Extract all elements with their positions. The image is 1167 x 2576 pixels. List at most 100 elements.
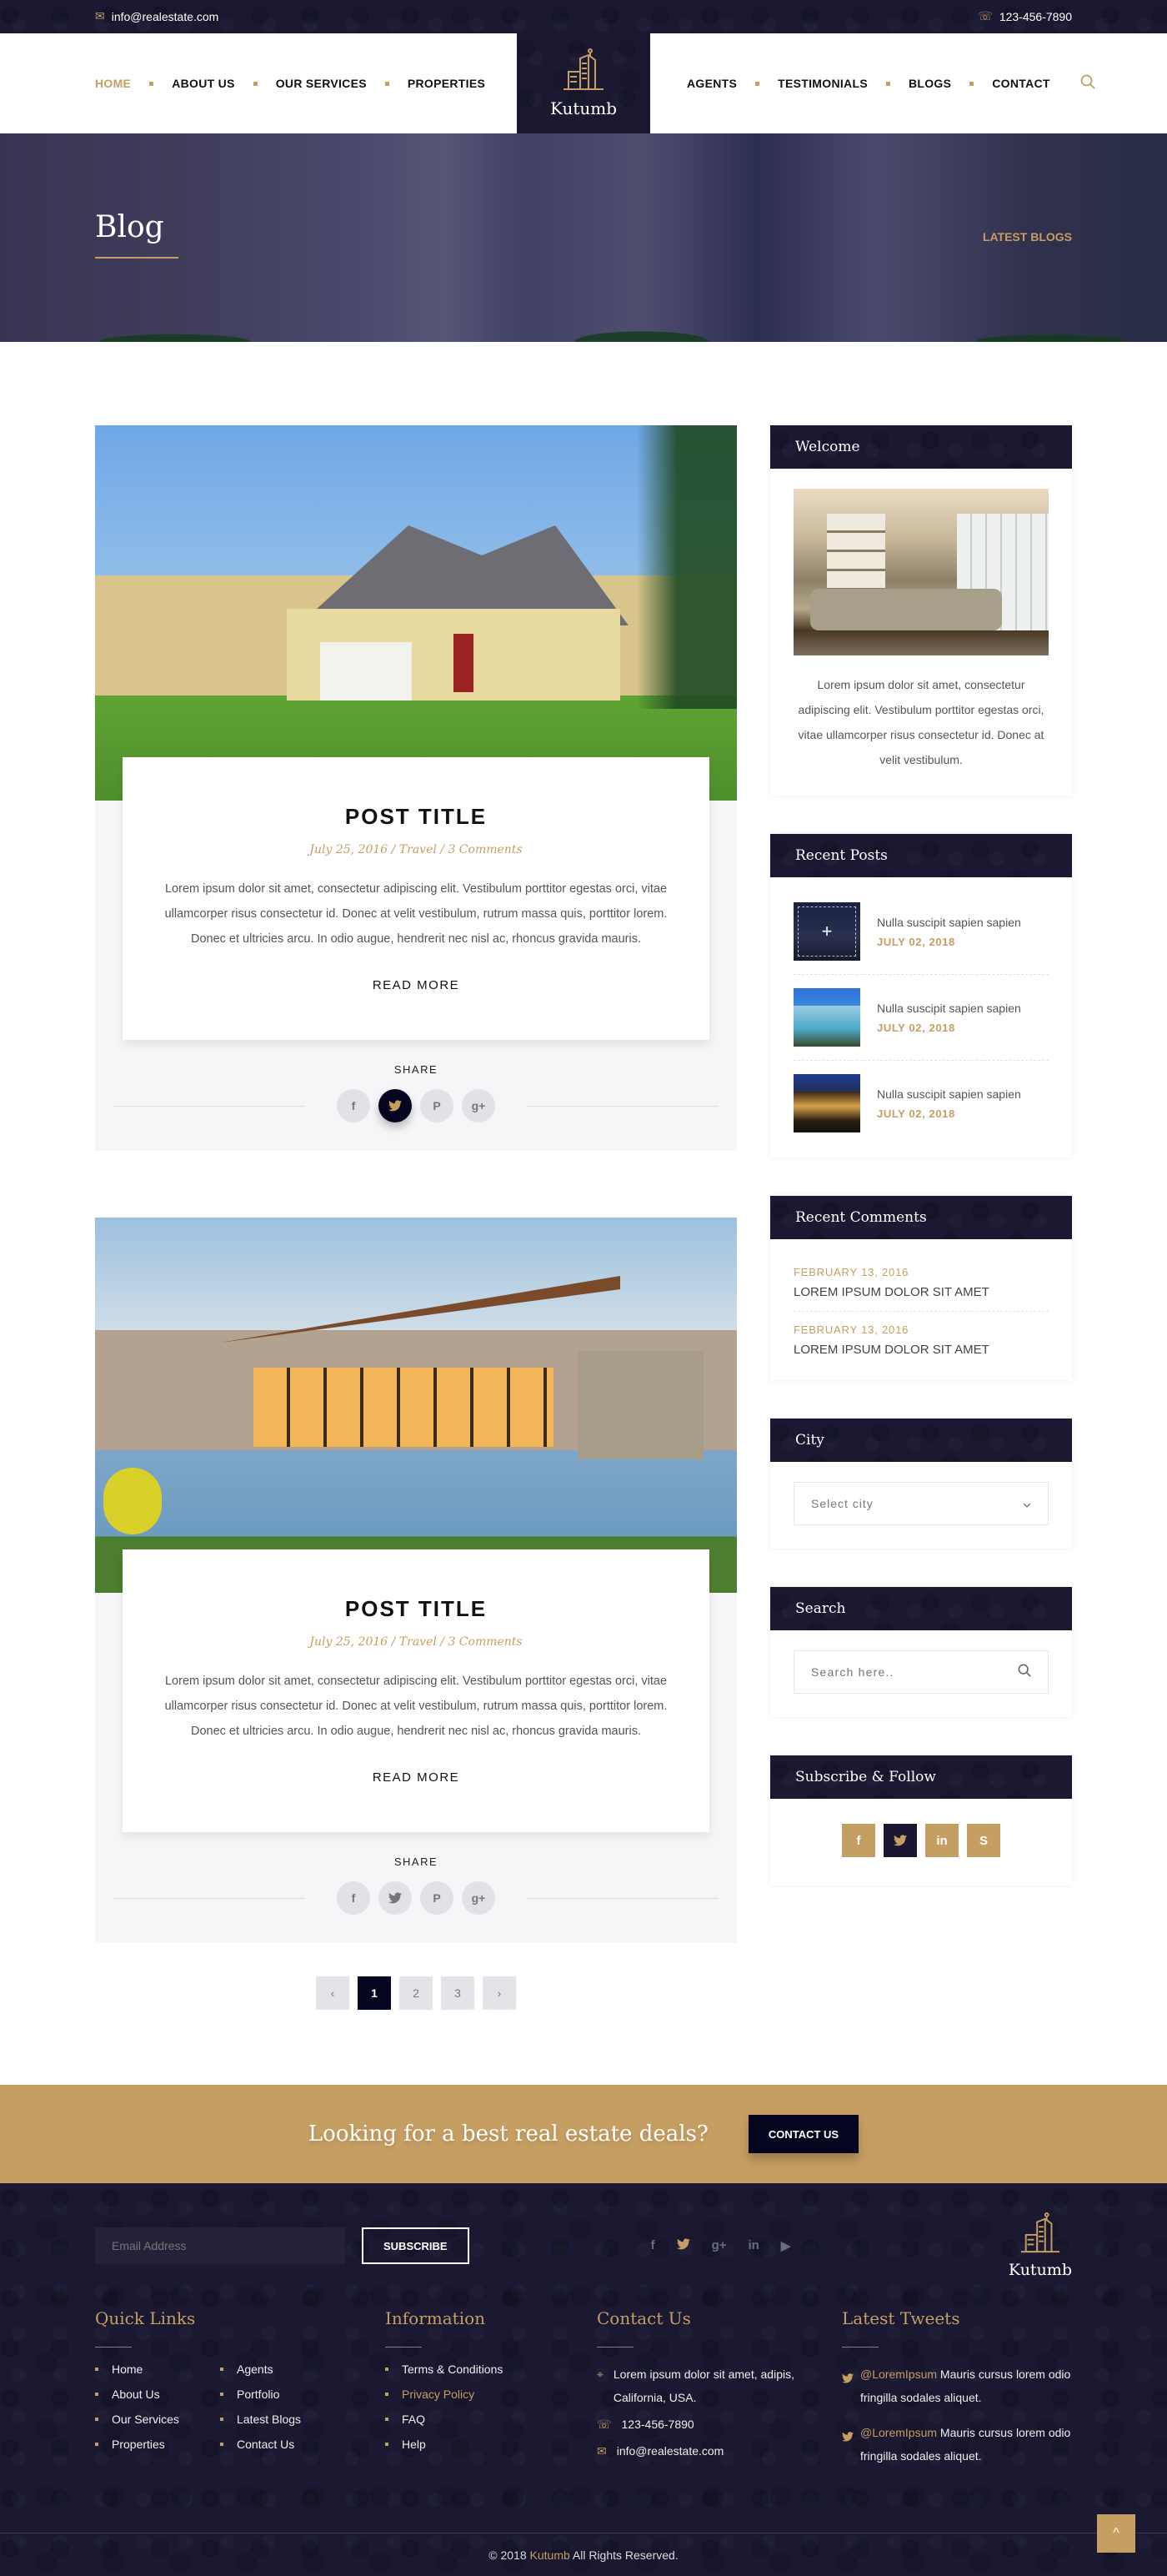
recent-post-item[interactable]: Nulla suscipit sapien sapien JULY 02, 20… (794, 889, 1049, 975)
page-button-1[interactable]: 1 (358, 1976, 391, 2010)
share-pinterest-icon[interactable]: P (420, 1881, 453, 1915)
city-select[interactable]: Select city (794, 1482, 1049, 1525)
comment-text[interactable]: LOREM IPSUM DOLOR SIT AMET (794, 1343, 1049, 1357)
sidebar: Welcome Lorem ipsum dolor sit amet, cons… (770, 425, 1072, 2085)
footer-link-contact-us[interactable]: Contact Us (220, 2438, 301, 2451)
post-card: POST TITLE July 25, 2016 / Travel / 3 Co… (123, 1549, 709, 1832)
read-more-link[interactable]: READ MORE (373, 1770, 459, 1785)
share-twitter-icon[interactable] (378, 1089, 412, 1122)
search-icon[interactable] (1018, 1664, 1031, 1681)
divider (527, 1897, 719, 1899)
contact-email[interactable]: ✉ info@realestate.com (597, 2439, 842, 2463)
site-logo[interactable]: Kutumb (517, 33, 650, 133)
nav-separator (755, 81, 760, 86)
comment-text[interactable]: LOREM IPSUM DOLOR SIT AMET (794, 1285, 1049, 1299)
footer-link-home[interactable]: Home (95, 2363, 220, 2376)
share-facebook-icon[interactable]: f (337, 1089, 370, 1122)
footer-link-faq[interactable]: FAQ (385, 2413, 597, 2426)
google-plus-icon[interactable]: g+ (712, 2238, 727, 2253)
post-card: POST TITLE July 25, 2016 / Travel / 3 Co… (123, 757, 709, 1040)
footer-logo[interactable]: Kutumb (1009, 2212, 1072, 2279)
footer-link-privacy-policy[interactable]: Privacy Policy (385, 2388, 597, 2401)
twitter-icon[interactable] (676, 2238, 690, 2253)
footer-heading: Information (385, 2308, 486, 2328)
footer-link-properties[interactable]: Properties (95, 2438, 220, 2451)
back-to-top-button[interactable]: ^ (1097, 2514, 1135, 2553)
recent-post-thumbnail[interactable] (794, 1074, 860, 1132)
youtube-icon[interactable]: ▶ (781, 2238, 791, 2253)
contact-us-button[interactable]: CONTACT US (748, 2115, 859, 2153)
footer-link-portfolio[interactable]: Portfolio (220, 2388, 301, 2401)
facebook-icon[interactable]: f (651, 2238, 655, 2253)
footer-link-our-services[interactable]: Our Services (95, 2413, 220, 2426)
nav-properties[interactable]: PROPERTIES (408, 77, 485, 90)
facebook-icon[interactable]: f (842, 1824, 875, 1857)
nav-our-services[interactable]: OUR SERVICES (276, 77, 367, 90)
recent-post-item[interactable]: Nulla suscipit sapien sapien JULY 02, 20… (794, 975, 1049, 1061)
sidebar-search (794, 1650, 1049, 1694)
post-image[interactable] (95, 425, 737, 801)
copyright-brand[interactable]: Kutumb (530, 2548, 570, 2562)
share-section: SHARE f P g+ (95, 1063, 737, 1122)
post-meta: July 25, 2016 / Travel / 3 Comments (309, 843, 523, 856)
copyright-prefix: © 2018 (488, 2548, 530, 2562)
recent-post-thumbnail[interactable] (794, 902, 860, 961)
tweet-handle[interactable]: @LoremIpsum (860, 2426, 937, 2439)
nav-separator (384, 81, 389, 86)
contact-phone[interactable]: ☏ 123-456-7890 (597, 2413, 842, 2436)
nav-home[interactable]: HOME (95, 77, 131, 90)
post-title[interactable]: POST TITLE (156, 804, 676, 830)
widget-search: Search (770, 1587, 1072, 1717)
twitter-icon[interactable] (884, 1824, 917, 1857)
heading-underline (385, 2347, 422, 2348)
nav-about-us[interactable]: ABOUT US (172, 77, 235, 90)
recent-post-title[interactable]: Nulla suscipit sapien sapien (877, 916, 1021, 929)
linkedin-icon[interactable]: in (925, 1824, 959, 1857)
nav-blogs[interactable]: BLOGS (909, 77, 951, 90)
recent-post-title[interactable]: Nulla suscipit sapien sapien (877, 1002, 1021, 1015)
page-prev-button[interactable]: ‹ (316, 1976, 349, 2010)
search-input[interactable] (811, 1665, 994, 1679)
page-title: Blog (95, 210, 164, 244)
footer-tweets: Latest Tweets @LoremIpsum Mauris cursus … (842, 2308, 1072, 2479)
nav-contact[interactable]: CONTACT (992, 77, 1050, 90)
share-google-plus-icon[interactable]: g+ (462, 1881, 495, 1915)
share-google-plus-icon[interactable]: g+ (462, 1089, 495, 1122)
linkedin-icon[interactable]: in (749, 2238, 759, 2253)
comment-date: FEBRUARY 13, 2016 (794, 1266, 909, 1278)
footer-link-latest-blogs[interactable]: Latest Blogs (220, 2413, 301, 2426)
share-twitter-icon[interactable] (378, 1881, 412, 1915)
page-next-button[interactable]: › (483, 1976, 516, 2010)
read-more-link[interactable]: READ MORE (373, 978, 459, 992)
footer-quick-links: Quick Links Home About Us Our Services P… (95, 2308, 385, 2479)
recent-post-date: JULY 02, 2018 (877, 1107, 955, 1120)
footer-link-agents[interactable]: Agents (220, 2363, 301, 2376)
recent-post-title[interactable]: Nulla suscipit sapien sapien (877, 1087, 1021, 1101)
footer-link-help[interactable]: Help (385, 2438, 597, 2451)
footer-logo-text: Kutumb (1008, 2261, 1072, 2279)
search-icon[interactable] (1080, 74, 1095, 93)
newsletter-email-input[interactable] (95, 2227, 345, 2264)
page-button-2[interactable]: 2 (399, 1976, 433, 2010)
cta-banner: Looking for a best real estate deals? CO… (0, 2085, 1167, 2183)
site-footer: SUBSCRIBE f g+ in ▶ Kutumb (0, 2183, 1167, 2576)
tweet-item: @LoremIpsum Mauris cursus lorem odio fri… (842, 2421, 1072, 2468)
tweet-handle[interactable]: @LoremIpsum (860, 2368, 937, 2381)
post-image[interactable] (95, 1218, 737, 1593)
footer-link-terms[interactable]: Terms & Conditions (385, 2363, 597, 2376)
recent-post-thumbnail[interactable] (794, 988, 860, 1047)
copyright-bar: © 2018 Kutumb All Rights Reserved. (0, 2533, 1167, 2576)
widget-recent-posts: Recent Posts Nulla suscipit sapien sapie… (770, 834, 1072, 1157)
recent-post-item[interactable]: Nulla suscipit sapien sapien JULY 02, 20… (794, 1061, 1049, 1146)
nav-agents[interactable]: AGENTS (687, 77, 737, 90)
post-meta: July 25, 2016 / Travel / 3 Comments (309, 1635, 523, 1649)
nav-testimonials[interactable]: TESTIMONIALS (778, 77, 868, 90)
post-title[interactable]: POST TITLE (156, 1596, 676, 1622)
subscribe-button[interactable]: SUBSCRIBE (362, 2227, 469, 2264)
share-facebook-icon[interactable]: f (337, 1881, 370, 1915)
footer-link-about-us[interactable]: About Us (95, 2388, 220, 2401)
page-button-3[interactable]: 3 (441, 1976, 474, 2010)
share-pinterest-icon[interactable]: P (420, 1089, 453, 1122)
breadcrumb[interactable]: LATEST BLOGS (983, 230, 1072, 244)
skype-icon[interactable]: S (967, 1824, 1000, 1857)
